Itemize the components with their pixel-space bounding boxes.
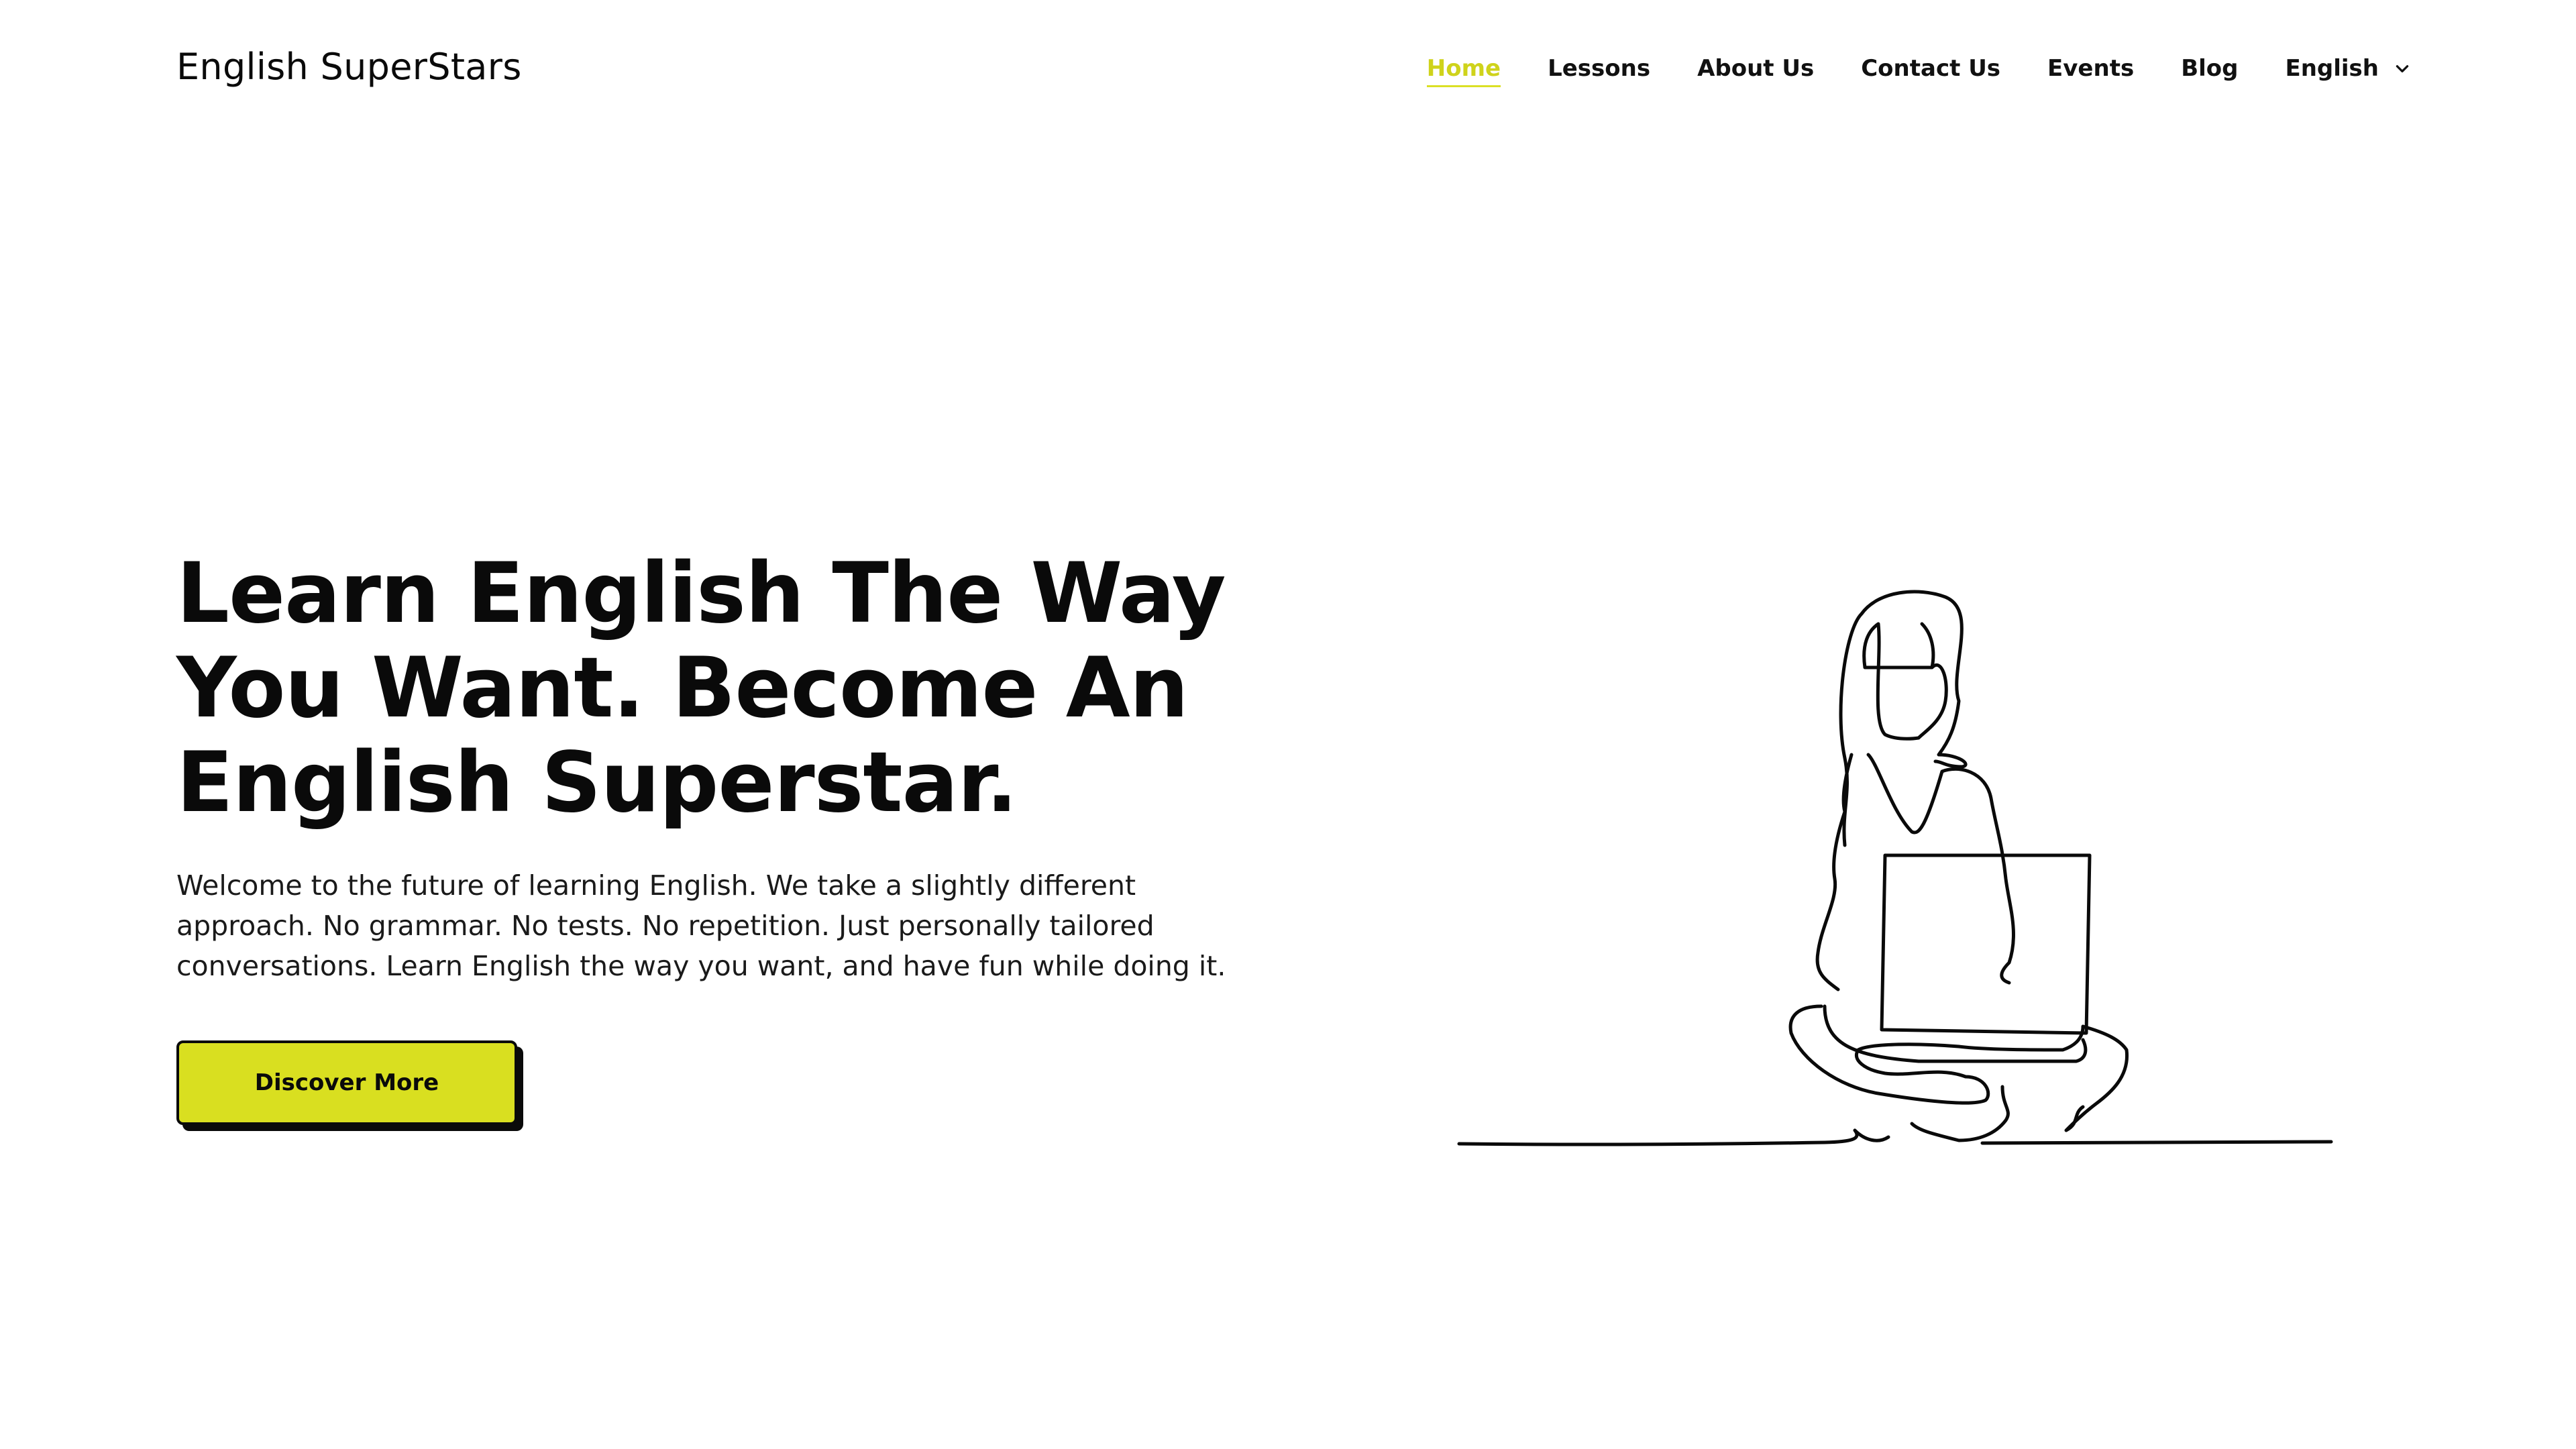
nav-item-lessons[interactable]: Lessons	[1548, 55, 1650, 82]
woman-with-laptop-illustration	[1457, 590, 2333, 1146]
main-nav: Home Lessons About Us Contact Us Events …	[1426, 55, 2411, 87]
site-logo[interactable]: English SuperStars	[176, 46, 522, 88]
nav-item-label: About Us	[1697, 55, 1815, 82]
language-selector-label: English	[2285, 55, 2379, 82]
nav-item-events[interactable]: Events	[2047, 55, 2134, 82]
language-selector[interactable]: English	[2285, 55, 2411, 82]
ground-line	[1457, 1128, 2333, 1146]
face-outline	[1862, 622, 1948, 741]
nav-item-about-us[interactable]: About Us	[1697, 55, 1814, 82]
discover-more-button[interactable]: Discover More	[176, 1040, 517, 1125]
hero-description: Welcome to the future of learning Englis…	[176, 869, 1226, 982]
nav-item-contact-us[interactable]: Contact Us	[1861, 55, 2000, 82]
discover-more-button-wrapper: Discover More	[176, 1040, 523, 1131]
nav-item-label: Home	[1426, 55, 1501, 82]
nav-item-label: Events	[2047, 55, 2135, 82]
nav-item-label: Lessons	[1548, 55, 1651, 82]
nav-item-label: Contact Us	[1861, 55, 2001, 82]
legs-outline	[1788, 1004, 2129, 1142]
hero-title: Learn English The Way You Want. Become A…	[176, 545, 1226, 831]
hair-outline	[1839, 590, 1968, 847]
site-header: English SuperStars Home Lessons About Us…	[176, 42, 2411, 95]
laptop-screen	[1880, 853, 2092, 1035]
nav-item-blog[interactable]: Blog	[2181, 55, 2238, 82]
nav-item-home[interactable]: Home	[1426, 55, 1501, 87]
nav-item-label: Blog	[2181, 55, 2239, 82]
chevron-down-icon	[2396, 65, 2409, 72]
